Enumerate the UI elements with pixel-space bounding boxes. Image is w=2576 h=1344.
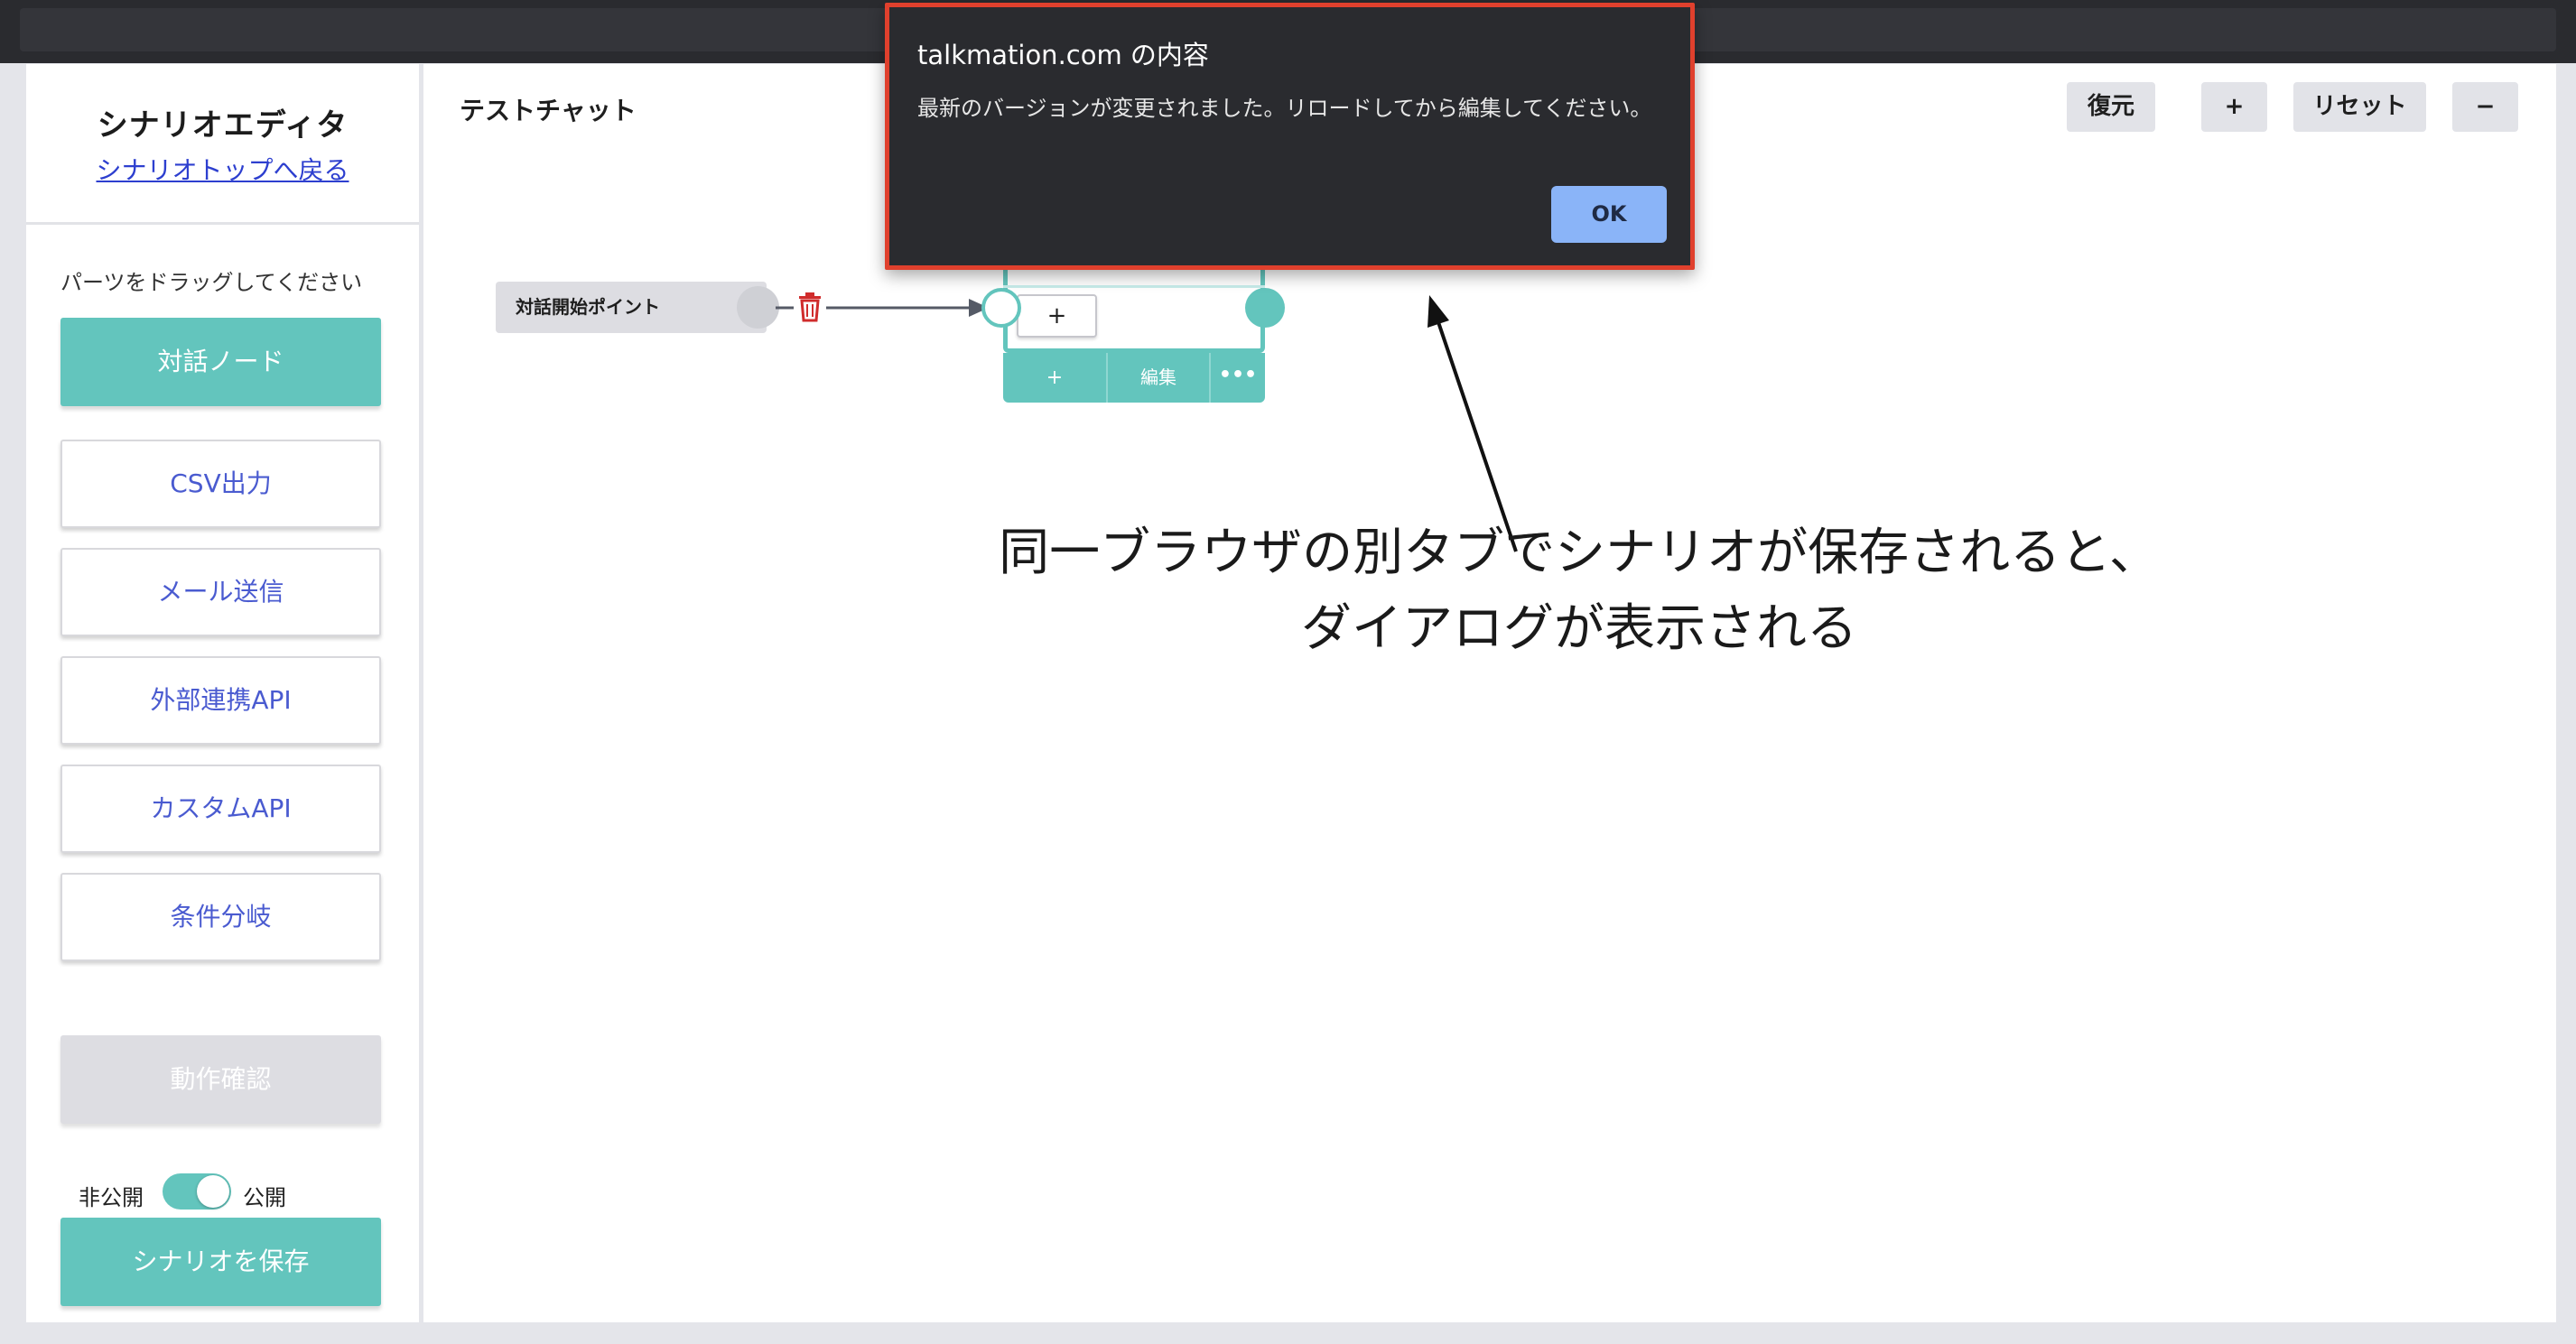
part-condition-branch[interactable]: 条件分岐 bbox=[60, 873, 381, 961]
part-csv-output[interactable]: CSV出力 bbox=[60, 440, 381, 528]
annotation-text: 同一ブラウザの別タブでシナリオが保存されると、 ダイアログが表示される bbox=[965, 515, 2193, 667]
reset-button[interactable]: リセット bbox=[2293, 82, 2426, 132]
drag-hint: パーツをドラッグしてください bbox=[60, 270, 363, 295]
alert-ok-button[interactable]: OK bbox=[1551, 186, 1667, 243]
part-dialog-node[interactable]: 対話ノード bbox=[60, 318, 381, 406]
sidebar-header: シナリオエディタ シナリオトップへ戻る bbox=[26, 64, 419, 225]
scenario-name: テストチャット bbox=[460, 96, 637, 125]
footer-add-button[interactable]: + bbox=[1003, 353, 1108, 403]
alert-message: 最新のバージョンが変更されました。リロードしてから編集してください。 bbox=[917, 96, 1652, 121]
zoom-in-button[interactable]: + bbox=[2201, 82, 2267, 132]
footer-more-button[interactable]: ••• bbox=[1211, 353, 1265, 403]
sidebar-title: シナリオエディタ bbox=[97, 107, 349, 144]
node-add-button[interactable]: + bbox=[1017, 294, 1097, 338]
zoom-out-button[interactable]: − bbox=[2452, 82, 2518, 132]
publish-off-label: 非公開 bbox=[79, 1185, 144, 1210]
save-scenario-button[interactable]: シナリオを保存 bbox=[60, 1218, 381, 1306]
restore-button[interactable]: 復元 bbox=[2067, 82, 2155, 132]
part-custom-api[interactable]: カスタムAPI bbox=[60, 765, 381, 853]
part-external-api[interactable]: 外部連携API bbox=[60, 656, 381, 745]
footer-edit-button[interactable]: 編集 bbox=[1108, 353, 1211, 403]
dialog-input-port[interactable] bbox=[981, 288, 1021, 328]
test-run-button[interactable]: 動作確認 bbox=[60, 1035, 381, 1124]
annotation-line-1: 同一ブラウザの別タブでシナリオが保存されると、 bbox=[999, 524, 2160, 582]
dialog-node-footer: + 編集 ••• bbox=[1003, 353, 1265, 403]
dialog-output-port[interactable] bbox=[1245, 288, 1285, 328]
part-mail-send[interactable]: メール送信 bbox=[60, 548, 381, 636]
publish-on-label: 公開 bbox=[243, 1185, 286, 1210]
back-to-top-link[interactable]: シナリオトップへ戻る bbox=[26, 151, 419, 187]
toggle-knob bbox=[197, 1175, 229, 1208]
start-output-port[interactable] bbox=[737, 286, 779, 329]
sidebar: シナリオエディタ シナリオトップへ戻る パーツをドラッグしてください 対話ノード… bbox=[26, 64, 419, 1322]
publish-toggle[interactable] bbox=[163, 1173, 231, 1210]
publish-toggle-row: 非公開 公開 bbox=[79, 1173, 367, 1210]
start-point-node[interactable]: 対話開始ポイント bbox=[496, 282, 767, 333]
dialog-node-divider bbox=[1003, 285, 1265, 288]
annotation-line-2: ダイアログが表示される bbox=[1301, 599, 1857, 658]
alert-dialog: talkmation.com の内容 最新のバージョンが変更されました。リロード… bbox=[885, 3, 1695, 270]
trash-icon[interactable] bbox=[796, 292, 823, 322]
alert-title: talkmation.com の内容 bbox=[917, 40, 1209, 70]
